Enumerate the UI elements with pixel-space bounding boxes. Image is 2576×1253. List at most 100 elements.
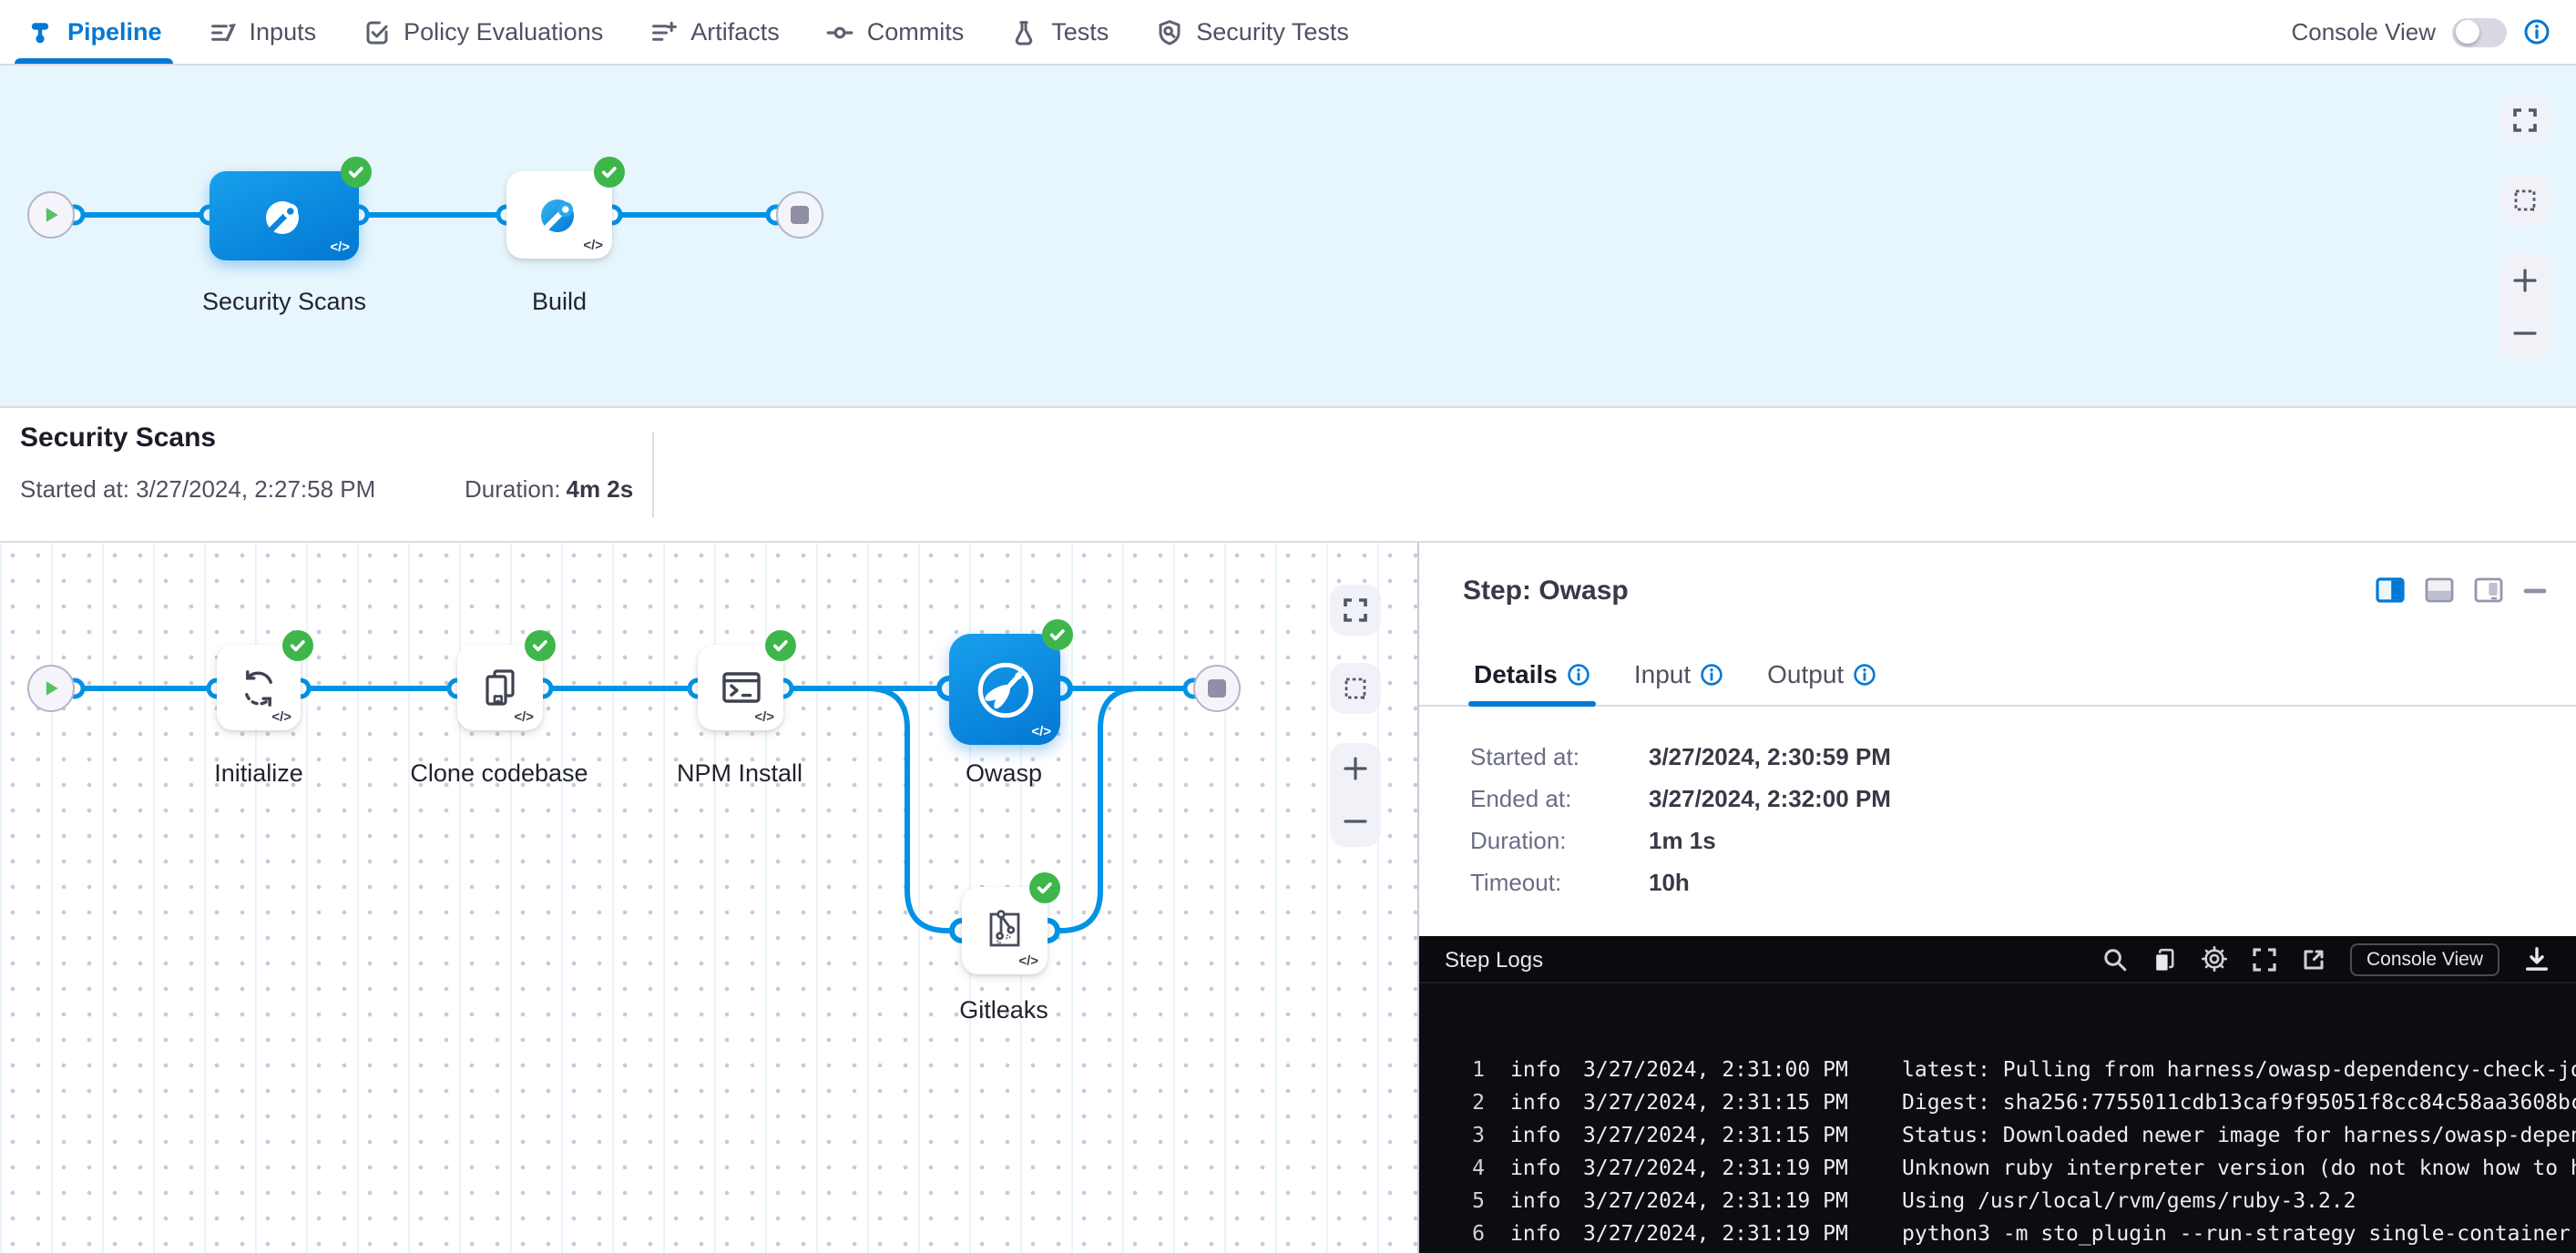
tab-artifacts[interactable]: Artifacts	[649, 0, 780, 64]
log-line: 5info3/27/2024, 2:31:19 PMUsing /usr/loc…	[1463, 1184, 2576, 1217]
step-node-clone-codebase[interactable]: </>	[457, 645, 543, 730]
success-badge-icon	[282, 630, 313, 661]
step-canvas-fullscreen-button[interactable]	[1330, 585, 1381, 636]
step-label: NPM Install	[677, 759, 802, 787]
execution-top-nav: Pipeline Inputs Policy Evaluations Artif…	[0, 0, 2576, 66]
tab-label: Tests	[1051, 18, 1109, 46]
success-badge-icon	[1042, 619, 1073, 650]
code-tag-icon: </>	[1031, 723, 1051, 739]
zoom-out-icon[interactable]	[2512, 320, 2538, 345]
detail-value: 10h	[1649, 861, 1690, 903]
step-details-panel: Step: Owasp Details Input	[1419, 543, 2576, 1253]
tab-security-tests[interactable]: Security Tests	[1154, 0, 1349, 64]
log-line: 4info3/27/2024, 2:31:19 PMUnknown ruby i…	[1463, 1151, 2576, 1184]
lower-split: </> Initialize </> Clone codebase	[0, 543, 2576, 1253]
log-line-number: 6	[1463, 1217, 1485, 1249]
success-badge-icon	[594, 157, 625, 188]
initialize-icon	[235, 664, 282, 711]
log-message: Unknown ruby interpreter version (do not…	[1902, 1151, 2576, 1184]
log-level: info	[1510, 1085, 1565, 1118]
console-view-toggle[interactable]	[2452, 17, 2507, 46]
step-node-npm-install[interactable]: </>	[698, 645, 783, 730]
step-node-gitleaks[interactable]: </>	[962, 887, 1048, 974]
log-message: latest: Pulling from harness/owasp-depen…	[1902, 1053, 2576, 1085]
log-timestamp: 3/27/2024, 2:31:15 PM	[1583, 1118, 1884, 1151]
security-scans-stage-icon	[257, 188, 312, 243]
stage-node-security-scans[interactable]: </>	[210, 171, 359, 260]
security-tests-icon	[1154, 17, 1183, 46]
tab-tests[interactable]: Tests	[1009, 0, 1109, 64]
step-node-owasp[interactable]: </>	[949, 634, 1060, 745]
log-timestamp: 3/27/2024, 2:31:19 PM	[1583, 1217, 1884, 1249]
detail-label: Started at:	[1470, 736, 1649, 778]
build-stage-icon	[532, 188, 587, 242]
copy-icon[interactable]	[2152, 946, 2177, 972]
detail-value: 3/27/2024, 2:30:59 PM	[1649, 736, 1891, 778]
success-badge-icon	[1029, 872, 1060, 903]
stage-canvas-select-button[interactable]	[2499, 175, 2550, 226]
step-panel-header: Step: Owasp	[1419, 543, 2576, 637]
divider	[652, 432, 654, 517]
stage-graph-edges	[0, 66, 2576, 406]
log-timestamp: 3/27/2024, 2:31:15 PM	[1583, 1085, 1884, 1118]
step-logs-body[interactable]: 1info3/27/2024, 2:31:00 PMlatest: Pullin…	[1419, 983, 2576, 1253]
fullscreen-icon	[1343, 597, 1368, 623]
info-icon[interactable]	[2523, 18, 2550, 46]
tab-label: Output	[1767, 659, 1844, 688]
tab-label: Security Tests	[1196, 18, 1349, 46]
step-node-initialize[interactable]: </>	[217, 645, 301, 730]
stage-info-title: Security Scans	[20, 423, 216, 453]
pipeline-icon	[26, 17, 55, 46]
commits-icon	[825, 17, 854, 46]
zoom-out-icon[interactable]	[1343, 809, 1368, 834]
zoom-in-icon[interactable]	[2512, 267, 2538, 292]
layout-bottom-panel-icon[interactable]	[2425, 577, 2454, 603]
step-label: Clone codebase	[410, 759, 588, 787]
tab-policy-evaluations[interactable]: Policy Evaluations	[362, 0, 603, 64]
tab-input[interactable]: Input	[1634, 659, 1723, 705]
search-icon[interactable]	[2102, 946, 2128, 972]
step-start-node	[27, 665, 75, 712]
stage-graph-canvas[interactable]: </> Security Scans </> Build	[0, 66, 2576, 408]
minimize-panel-icon[interactable]	[2523, 578, 2547, 602]
log-line-number: 2	[1463, 1085, 1485, 1118]
settings-gear-icon[interactable]	[2201, 945, 2228, 973]
success-badge-icon	[765, 630, 796, 661]
artifacts-icon	[649, 17, 678, 46]
tab-output[interactable]: Output	[1767, 659, 1876, 705]
code-tag-icon: </>	[330, 239, 350, 255]
detail-label: Ended at:	[1470, 778, 1649, 820]
layout-floating-panel-icon[interactable]	[2474, 577, 2503, 603]
tab-details[interactable]: Details	[1474, 659, 1590, 705]
tab-inputs[interactable]: Inputs	[208, 0, 317, 64]
log-message: Digest: sha256:7755011cdb13caf9f95051f8c…	[1902, 1085, 2576, 1118]
stage-label: Build	[532, 288, 587, 315]
download-icon[interactable]	[2523, 945, 2550, 973]
stage-duration-value: 4m 2s	[567, 475, 634, 503]
step-canvas-zoom-controls	[1330, 743, 1381, 847]
log-timestamp: 3/27/2024, 2:31:00 PM	[1583, 1053, 1884, 1085]
detail-value: 1m 1s	[1649, 820, 1716, 861]
fullscreen-icon[interactable]	[2252, 946, 2277, 972]
log-level: info	[1510, 1184, 1565, 1217]
stage-canvas-fullscreen-button[interactable]	[2499, 95, 2550, 146]
info-icon	[1853, 662, 1876, 686]
tab-pipeline[interactable]: Pipeline	[26, 0, 162, 64]
step-canvas-select-button[interactable]	[1330, 663, 1381, 714]
layout-right-panel-icon[interactable]	[2376, 577, 2405, 603]
step-end-node	[1193, 665, 1241, 712]
log-level: info	[1510, 1053, 1565, 1085]
stage-node-build[interactable]: </>	[506, 171, 612, 259]
console-view-button[interactable]: Console View	[2350, 942, 2499, 975]
stage-canvas-zoom-controls	[2499, 253, 2550, 359]
zoom-in-icon[interactable]	[1343, 757, 1368, 782]
tab-commits[interactable]: Commits	[825, 0, 965, 64]
open-in-new-icon[interactable]	[2301, 946, 2326, 972]
step-graph-canvas[interactable]: </> Initialize </> Clone codebase	[0, 543, 1419, 1253]
code-tag-icon: </>	[271, 708, 291, 725]
detail-label: Timeout:	[1470, 861, 1649, 903]
owasp-icon	[966, 651, 1043, 728]
inputs-icon	[208, 17, 237, 46]
nav-right: Console View	[2291, 17, 2550, 46]
tab-label: Pipeline	[67, 18, 162, 46]
